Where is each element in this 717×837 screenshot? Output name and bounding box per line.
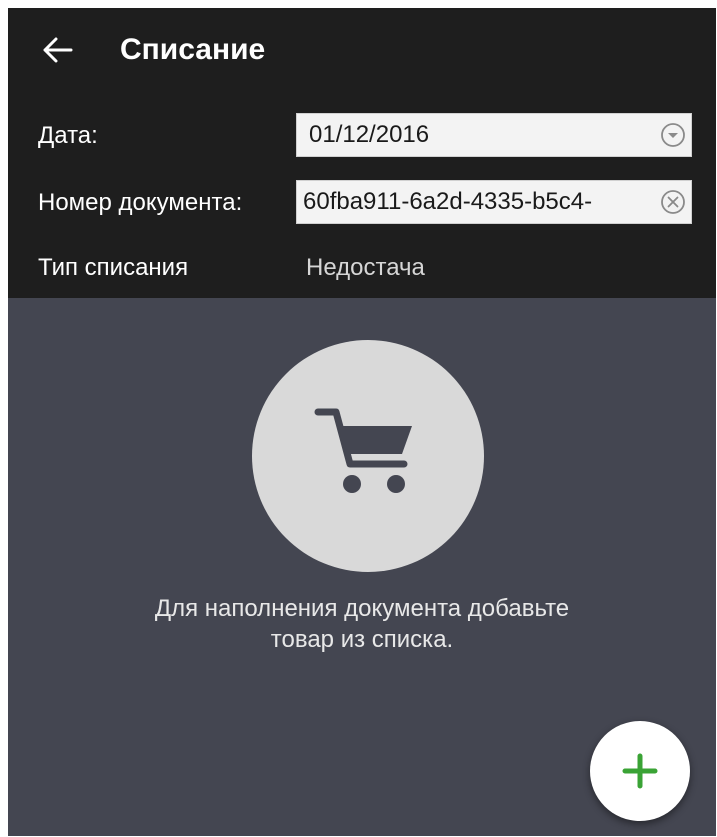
back-button[interactable]: [38, 30, 78, 70]
doc-number-field[interactable]: 60fba911-6a2d-4335-b5c4-: [296, 180, 692, 224]
plus-icon: [622, 753, 658, 789]
empty-state-message: Для наполнения документа добавьте товар …: [68, 593, 656, 655]
cart-icon: [314, 408, 412, 493]
clear-button[interactable]: [655, 181, 691, 223]
header: Списание Дата: 01/12/2016 Номер документ…: [8, 8, 716, 298]
writeoff-type-value[interactable]: Недостача: [306, 253, 425, 283]
doc-number-label: Номер документа:: [38, 189, 243, 216]
date-value: 01/12/2016: [309, 121, 430, 148]
writeoff-type-label: Тип списания: [38, 254, 189, 281]
app-screen: Списание Дата: 01/12/2016 Номер документ…: [8, 8, 716, 836]
page-title: Списание: [120, 33, 266, 66]
date-dropdown-button[interactable]: [655, 114, 691, 156]
empty-state-line-2: товар из списка.: [270, 626, 454, 653]
empty-state-line-1: Для наполнения документа добавьте: [154, 595, 570, 622]
date-field[interactable]: 01/12/2016: [296, 113, 692, 157]
add-item-button[interactable]: [590, 721, 690, 821]
arrow-left-icon: [43, 37, 73, 63]
chevron-down-circle-icon: [661, 123, 685, 147]
clear-circle-icon: [661, 190, 685, 214]
date-label: Дата:: [38, 122, 98, 149]
doc-number-value: 60fba911-6a2d-4335-b5c4-: [303, 188, 593, 215]
empty-state-illustration: [252, 340, 484, 572]
